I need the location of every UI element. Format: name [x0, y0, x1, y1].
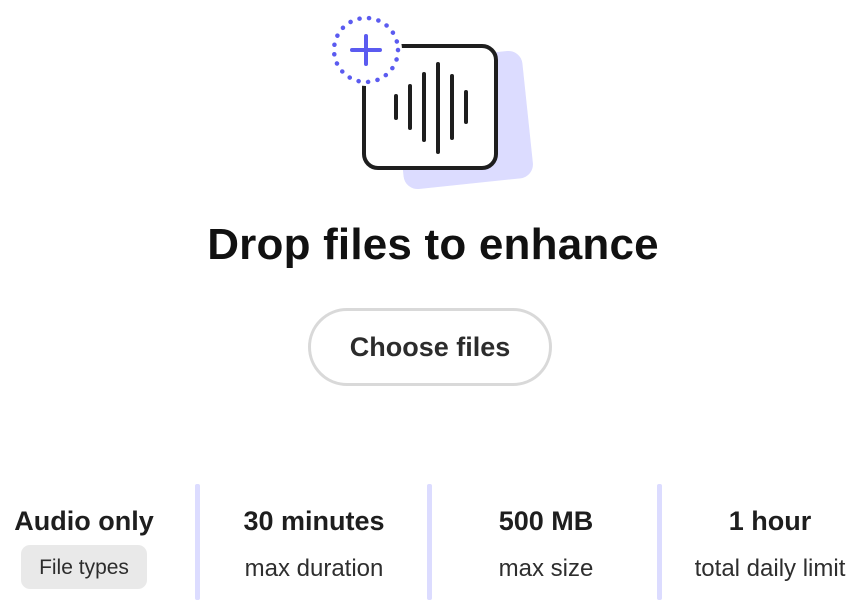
size-limit: 500 MB max size	[444, 506, 648, 583]
size-value: 500 MB	[498, 506, 594, 536]
drop-zone[interactable]: Drop files to enhance Choose files Audio…	[0, 0, 866, 600]
stat-divider	[657, 484, 662, 600]
stat-divider	[195, 484, 200, 600]
daily-limit: 1 hour total daily limit	[674, 506, 866, 583]
file-type-value: Audio only	[14, 506, 154, 536]
duration-caption: max duration	[244, 555, 384, 582]
file-types-button[interactable]: File types	[21, 545, 147, 589]
drop-title: Drop files to enhance	[207, 220, 659, 269]
add-audio-file-icon	[330, 14, 533, 190]
size-caption: max size	[498, 555, 594, 582]
choose-files-button[interactable]: Choose files	[308, 308, 552, 386]
duration-value: 30 minutes	[243, 506, 385, 536]
daily-limit-caption: total daily limit	[694, 555, 846, 582]
stat-divider	[427, 484, 432, 600]
duration-limit: 30 minutes max duration	[212, 506, 416, 583]
daily-limit-value: 1 hour	[728, 506, 812, 536]
file-type-limit: Audio only File types	[6, 506, 162, 589]
